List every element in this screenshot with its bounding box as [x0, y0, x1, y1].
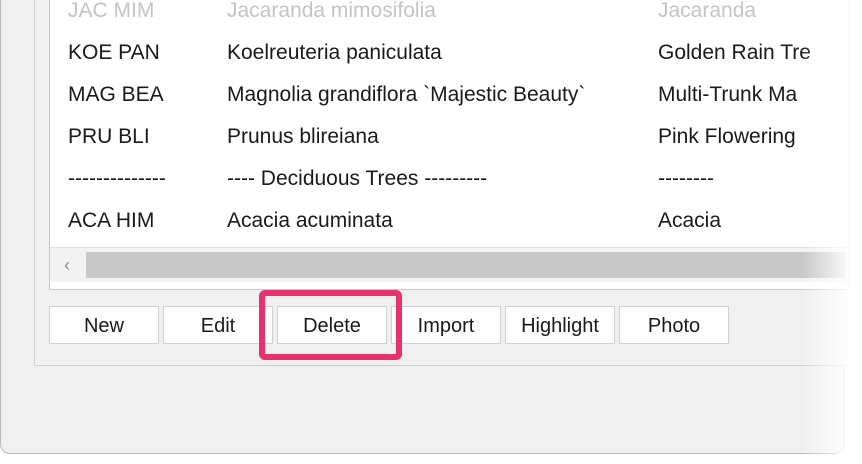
row-common-name: Pink Flowering [658, 125, 796, 148]
row-code: ACA HIM [68, 209, 155, 232]
import-button[interactable]: Import [391, 306, 501, 344]
row-common-name: Jacaranda [658, 0, 757, 22]
row-code: PRU BLI [68, 125, 150, 148]
row-common-name: Golden Rain Tre [658, 41, 811, 64]
list-row[interactable]: MAG BEA Magnolia grandiflora `Majestic B… [50, 75, 848, 115]
highlight-button[interactable]: Highlight [505, 306, 615, 344]
row-code: KOE PAN [68, 41, 160, 64]
row-botanical-name: Jacaranda mimosifolia [227, 0, 436, 22]
row-common-name: -------- [658, 167, 714, 190]
plant-list[interactable]: JAC MIM Jacaranda mimosifolia Jacaranda … [49, 0, 849, 290]
list-row[interactable]: PRU BLI Prunus blireiana Pink Flowering [50, 117, 848, 157]
new-button[interactable]: New [49, 306, 159, 344]
horizontal-scrollbar[interactable]: ‹ [50, 247, 848, 282]
row-code: MAG BEA [68, 83, 164, 106]
list-row[interactable]: KOE PAN Koelreuteria paniculata Golden R… [50, 33, 848, 73]
delete-highlight-annotation [259, 290, 402, 360]
list-row-separator[interactable]: -------------- ---- Deciduous Trees ----… [50, 159, 848, 199]
row-botanical-name: ---- Deciduous Trees --------- [227, 167, 488, 190]
row-common-name: Multi-Trunk Ma [658, 83, 798, 106]
row-common-name: Acacia [658, 209, 722, 232]
edit-button[interactable]: Edit [163, 306, 273, 344]
row-botanical-name: Prunus blireiana [227, 125, 379, 148]
photo-button[interactable]: Photo [619, 306, 729, 344]
list-row[interactable]: ACA HIM Acacia acuminata Acacia [50, 201, 848, 241]
row-botanical-name: Koelreuteria paniculata [227, 41, 442, 64]
row-botanical-name: Acacia acuminata [227, 209, 393, 232]
row-code: -------------- [68, 167, 166, 190]
list-row[interactable]: JAC MIM Jacaranda mimosifolia Jacaranda [50, 0, 848, 31]
chevron-left-icon[interactable]: ‹ [56, 254, 78, 276]
row-code: JAC MIM [68, 0, 155, 22]
row-botanical-name: Magnolia grandiflora `Majestic Beauty` [227, 83, 586, 106]
scrollbar-thumb[interactable] [86, 252, 846, 278]
